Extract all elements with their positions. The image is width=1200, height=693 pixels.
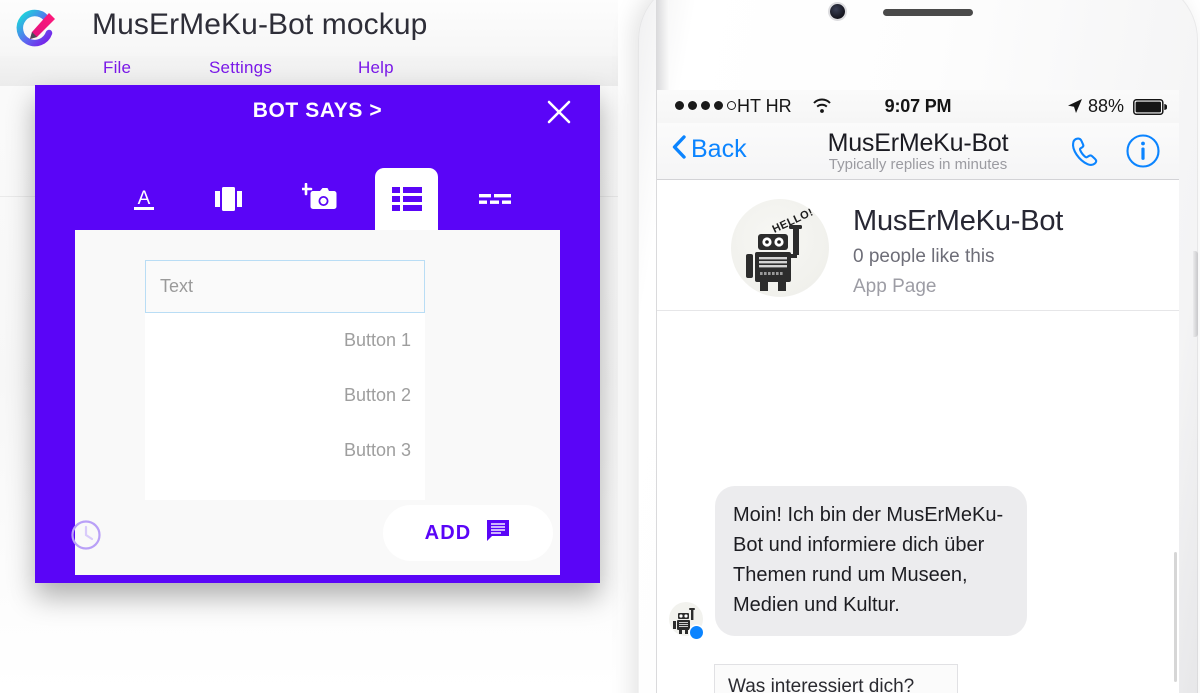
menu-item-file[interactable]: File [103,58,131,78]
phone-power-button[interactable] [1193,251,1198,337]
close-icon[interactable] [544,97,574,127]
svg-text:A: A [137,188,150,209]
dialog-footer: ADD [35,495,600,583]
phone-screen: HT HR 9:07 PM 88% Back MusErMeKu-Bot Typ… [657,90,1179,693]
location-arrow-icon [1067,98,1083,119]
list-text-input-placeholder: Text [160,276,194,296]
app-header: MusErMeKu-Bot mockup [0,0,618,58]
back-button[interactable]: Back [671,134,747,165]
clock-icon[interactable] [70,519,102,551]
tab-divider[interactable] [463,168,526,230]
menu-bar [0,56,618,86]
list-button-1[interactable]: Button 1 [145,313,425,368]
phone-earpiece-speaker [883,9,973,16]
tab-text[interactable]: A [112,168,175,230]
status-bar: HT HR 9:07 PM 88% [657,90,1179,123]
tab-list[interactable] [375,168,438,230]
back-button-label: Back [691,135,747,163]
message-icon [485,518,511,549]
menu-item-settings[interactable]: Settings [209,58,272,78]
nav-bar: Back MusErMeKu-Bot Typically replies in … [657,123,1179,180]
add-button[interactable]: ADD [383,505,553,561]
phone-front-camera [830,4,845,19]
chat-bubble-bot: Moin! Ich bin der MusErMeKu-Bot und info… [715,486,1027,636]
profile-section: HELLO! MusErMeKu-Bot 0 people like this … [657,180,1179,311]
bot-says-dialog: BOT SAYS > A Text Button 1 Button 2 Butt… [35,85,600,583]
conversation: Moin! Ich bin der MusErMeKu-Bot und info… [657,312,1179,693]
dialog-tabstrip: A [35,168,600,230]
robot-avatar: HELLO! [731,199,829,297]
chevron-left-icon [671,134,687,165]
dialog-title: BOT SAYS > [252,99,383,122]
quick-reply-title: Was interessiert dich? [715,665,957,693]
messenger-badge-icon [690,626,703,639]
menu-item-help[interactable]: Help [358,58,394,78]
list-button-2[interactable]: Button 2 [145,368,425,423]
profile-likes: 0 people like this [853,246,995,267]
pencil-circle-logo-icon [8,4,60,56]
list-text-input[interactable]: Text [145,260,425,313]
quick-reply-card: Was interessiert dich? Museen [715,665,957,693]
list-button-3[interactable]: Button 3 [145,423,425,478]
desktop-app-window: MusErMeKu-Bot mockup File Settings Help … [0,0,618,693]
add-button-label: ADD [424,521,472,544]
tab-image[interactable] [288,168,351,230]
phone-mockup: HT HR 9:07 PM 88% Back MusErMeKu-Bot Typ… [620,0,1200,693]
profile-name: MusErMeKu-Bot [853,205,1064,237]
battery-icon [1133,99,1168,120]
profile-page-type: App Page [853,276,937,297]
scrollbar[interactable] [1174,552,1177,682]
battery-percent-label: 88% [1087,96,1124,116]
page-title: MusErMeKu-Bot mockup [92,8,428,41]
info-circle-icon[interactable] [1125,133,1161,174]
list-card: Text Button 1 Button 2 Button 3 [145,260,425,500]
phone-icon[interactable] [1069,135,1103,174]
tab-carousel[interactable] [200,168,263,230]
